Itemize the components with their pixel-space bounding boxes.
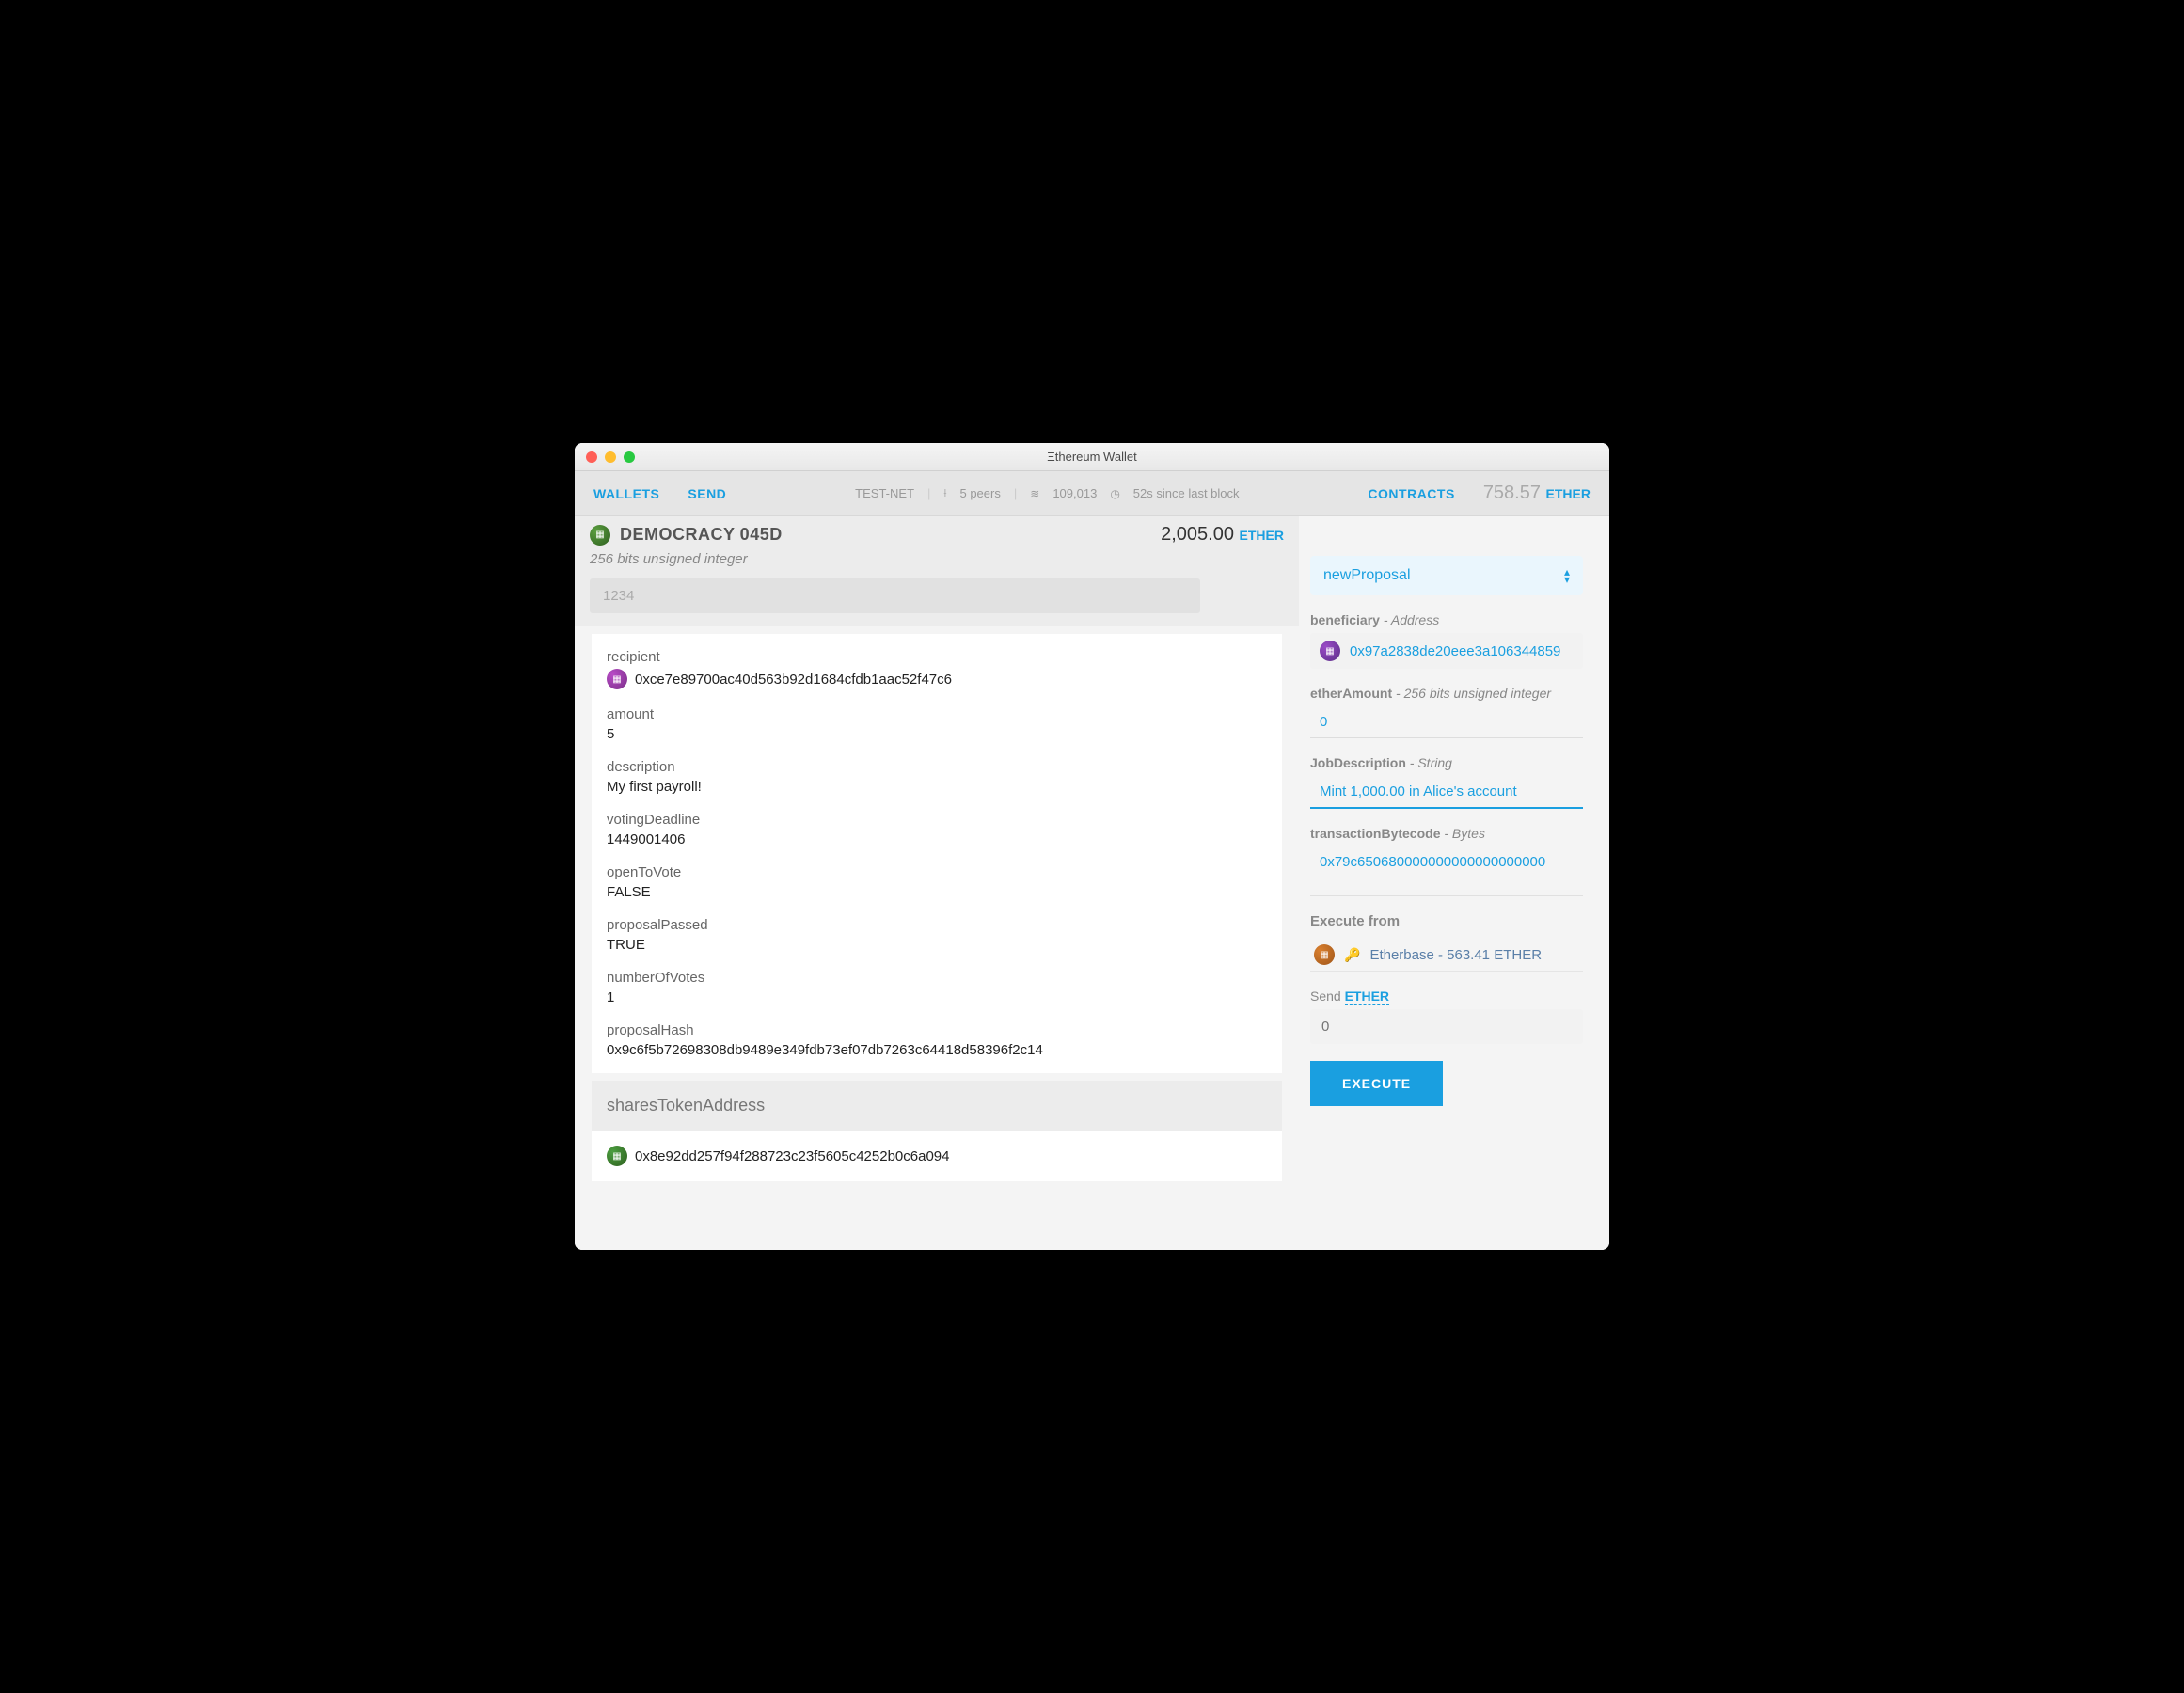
balance-amount: 758.57 bbox=[1483, 483, 1541, 503]
status-bar: TEST-NET | ⟊ 5 peers | ≋ 109,013 ◷ 52s s… bbox=[726, 486, 1368, 500]
proposalhash-value: 0x9c6f5b72698308db9489e349fdb73ef07db726… bbox=[607, 1042, 1267, 1058]
peers-count: 5 peers bbox=[959, 486, 1000, 500]
testnet-label: TEST-NET bbox=[855, 486, 914, 500]
beneficiary-input-box[interactable]: ▦ bbox=[1310, 633, 1583, 669]
int-input[interactable]: 1234 bbox=[590, 578, 1200, 613]
int-type-label: 256 bits unsigned integer bbox=[590, 546, 1284, 573]
divider bbox=[1310, 895, 1583, 896]
description-label: description bbox=[607, 759, 1267, 775]
txbytecode-label: transactionBytecode - Bytes bbox=[1310, 826, 1583, 841]
etheramount-input[interactable] bbox=[1310, 706, 1583, 738]
clock-icon: ◷ bbox=[1110, 487, 1119, 500]
right-column: newProposal ▴▾ beneficiary - Address ▦ e… bbox=[1299, 516, 1609, 1250]
beneficiary-input[interactable] bbox=[1350, 643, 1574, 659]
close-button[interactable] bbox=[586, 451, 597, 463]
beneficiary-identicon: ▦ bbox=[1320, 641, 1340, 661]
nav-wallets[interactable]: WALLETS bbox=[593, 486, 659, 501]
contract-balance: 2,005.00 ETHER bbox=[1161, 524, 1284, 546]
txbytecode-input[interactable] bbox=[1310, 846, 1583, 878]
proposalpassed-value: TRUE bbox=[607, 937, 1267, 953]
chevron-updown-icon: ▴▾ bbox=[1564, 568, 1570, 584]
proposal-panel: recipient ▦ 0xce7e89700ac40d563b92d1684c… bbox=[592, 634, 1282, 1073]
execute-button[interactable]: EXECUTE bbox=[1310, 1061, 1443, 1106]
execute-from-value: Etherbase - 563.41 ETHER bbox=[1369, 947, 1542, 963]
recipient-identicon: ▦ bbox=[607, 669, 627, 689]
shares-panel: sharesTokenAddress bbox=[592, 1081, 1282, 1131]
blocks-icon: ≋ bbox=[1030, 487, 1039, 500]
key-icon: 🔑 bbox=[1344, 947, 1360, 963]
numberofvotes-value: 1 bbox=[607, 989, 1267, 1005]
votingdeadline-value: 1449001406 bbox=[607, 831, 1267, 847]
contract-header: ▦ DEMOCRACY 045D 2,005.00 ETHER 256 bits… bbox=[575, 516, 1299, 626]
beneficiary-label: beneficiary - Address bbox=[1310, 612, 1583, 627]
maximize-button[interactable] bbox=[624, 451, 635, 463]
opentovote-label: openToVote bbox=[607, 864, 1267, 880]
recipient-label: recipient bbox=[607, 649, 1267, 665]
shares-identicon: ▦ bbox=[607, 1146, 627, 1166]
nav-send[interactable]: SEND bbox=[688, 486, 726, 501]
wifi-icon: ⟊ bbox=[943, 486, 946, 500]
shares-label: sharesTokenAddress bbox=[592, 1081, 1282, 1131]
execute-from-label: Execute from bbox=[1310, 913, 1583, 929]
proposalhash-label: proposalHash bbox=[607, 1022, 1267, 1038]
last-block-time: 52s since last block bbox=[1133, 486, 1240, 500]
window-title: Ξthereum Wallet bbox=[586, 450, 1598, 464]
balance-unit: ETHER bbox=[1546, 486, 1591, 501]
nav-contracts[interactable]: CONTRACTS bbox=[1368, 486, 1454, 501]
description-value: My first payroll! bbox=[607, 779, 1267, 795]
blocks-count: 109,013 bbox=[1052, 486, 1097, 500]
proposalpassed-label: proposalPassed bbox=[607, 917, 1267, 933]
jobdescription-input[interactable] bbox=[1310, 776, 1583, 809]
contract-balance-unit: ETHER bbox=[1240, 528, 1284, 543]
jobdescription-label: JobDescription - String bbox=[1310, 755, 1583, 770]
etheramount-label: etherAmount - 256 bits unsigned integer bbox=[1310, 686, 1583, 701]
send-ether-input[interactable] bbox=[1310, 1009, 1583, 1044]
shares-address-panel: ▦ 0x8e92dd257f94f288723c23f5605c4252b0c6… bbox=[592, 1131, 1282, 1181]
function-name: newProposal bbox=[1323, 567, 1411, 584]
total-balance: 758.57 ETHER bbox=[1483, 483, 1591, 504]
top-nav: WALLETS SEND TEST-NET | ⟊ 5 peers | ≋ 10… bbox=[575, 471, 1609, 516]
contract-balance-amount: 2,005.00 bbox=[1161, 524, 1234, 545]
recipient-address: 0xce7e89700ac40d563b92d1684cfdb1aac52f47… bbox=[635, 672, 952, 688]
execfrom-identicon: ▦ bbox=[1314, 944, 1335, 965]
amount-label: amount bbox=[607, 706, 1267, 722]
minimize-button[interactable] bbox=[605, 451, 616, 463]
numberofvotes-label: numberOfVotes bbox=[607, 970, 1267, 986]
contract-name: DEMOCRACY 045D bbox=[620, 525, 783, 545]
votingdeadline-label: votingDeadline bbox=[607, 812, 1267, 828]
execute-from-select[interactable]: ▦ 🔑 Etherbase - 563.41 ETHER bbox=[1310, 939, 1583, 972]
titlebar: Ξthereum Wallet bbox=[575, 443, 1609, 471]
shares-address: 0x8e92dd257f94f288723c23f5605c4252b0c6a0… bbox=[635, 1148, 949, 1164]
contract-identicon: ▦ bbox=[590, 525, 610, 546]
traffic-lights bbox=[586, 451, 635, 463]
amount-value: 5 bbox=[607, 726, 1267, 742]
app-window: Ξthereum Wallet WALLETS SEND TEST-NET | … bbox=[575, 443, 1609, 1250]
opentovote-value: FALSE bbox=[607, 884, 1267, 900]
left-column: ▦ DEMOCRACY 045D 2,005.00 ETHER 256 bits… bbox=[575, 516, 1299, 1250]
send-ether-label: Send ETHER bbox=[1310, 989, 1583, 1004]
content: ▦ DEMOCRACY 045D 2,005.00 ETHER 256 bits… bbox=[575, 516, 1609, 1250]
function-select[interactable]: newProposal ▴▾ bbox=[1310, 556, 1583, 595]
